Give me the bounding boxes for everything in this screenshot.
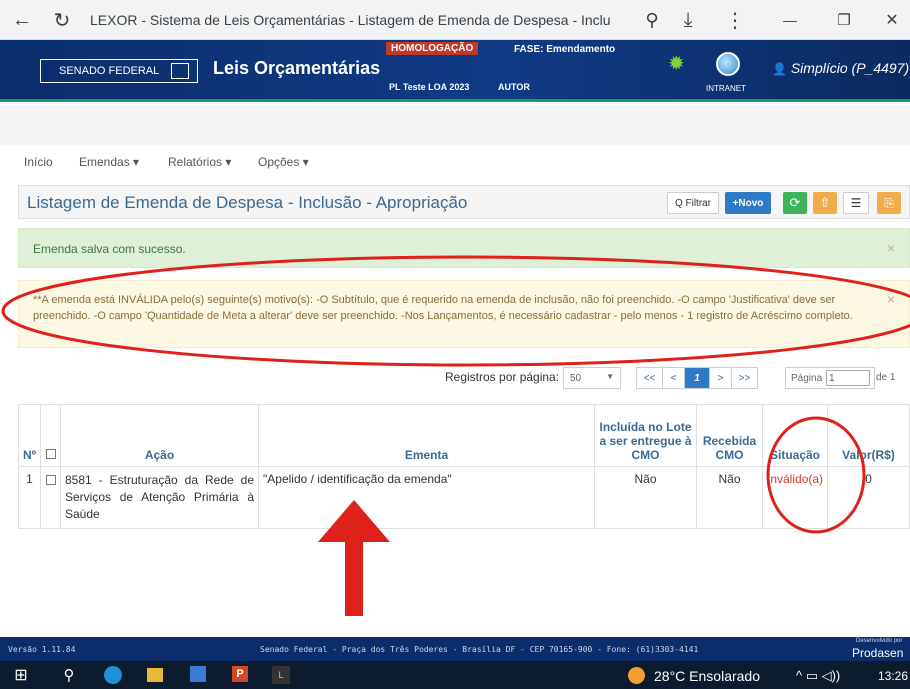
annotation-circle: [766, 416, 866, 534]
app-version: Versão 1.11.84: [8, 645, 76, 654]
store-icon[interactable]: [190, 666, 206, 682]
windows-start-icon[interactable]: ⊞: [12, 666, 30, 684]
annotation-arrow-head: [318, 500, 390, 542]
annotation-arrow-shaft: [345, 540, 363, 616]
search-icon[interactable]: ⚲: [60, 666, 78, 684]
footer-address: Senado Federal - Praça dos Três Poderes …: [260, 645, 699, 654]
powerpoint-icon[interactable]: P: [232, 666, 248, 682]
app-footer: Versão 1.11.84 Senado Federal - Praça do…: [0, 637, 910, 661]
annotation-overlay: [1, 255, 910, 616]
annotation-ellipse: [1, 255, 910, 367]
weather-label[interactable]: 28°C Ensolarado: [654, 668, 760, 684]
os-taskbar: ⊞ ⚲ P L 28°C Ensolarado ^ ▭ ◁)) 13:26: [0, 661, 910, 689]
clock[interactable]: 13:26: [878, 669, 908, 683]
app-icon[interactable]: L: [272, 666, 290, 684]
system-tray[interactable]: ^ ▭ ◁)): [796, 668, 840, 684]
prodasen-logo: Prodasen: [852, 646, 904, 660]
sun-icon: [628, 667, 645, 684]
edge-icon[interactable]: [104, 666, 122, 684]
file-explorer-icon[interactable]: [147, 668, 163, 682]
dev-by-label: Desenvolvido por: [856, 638, 903, 644]
